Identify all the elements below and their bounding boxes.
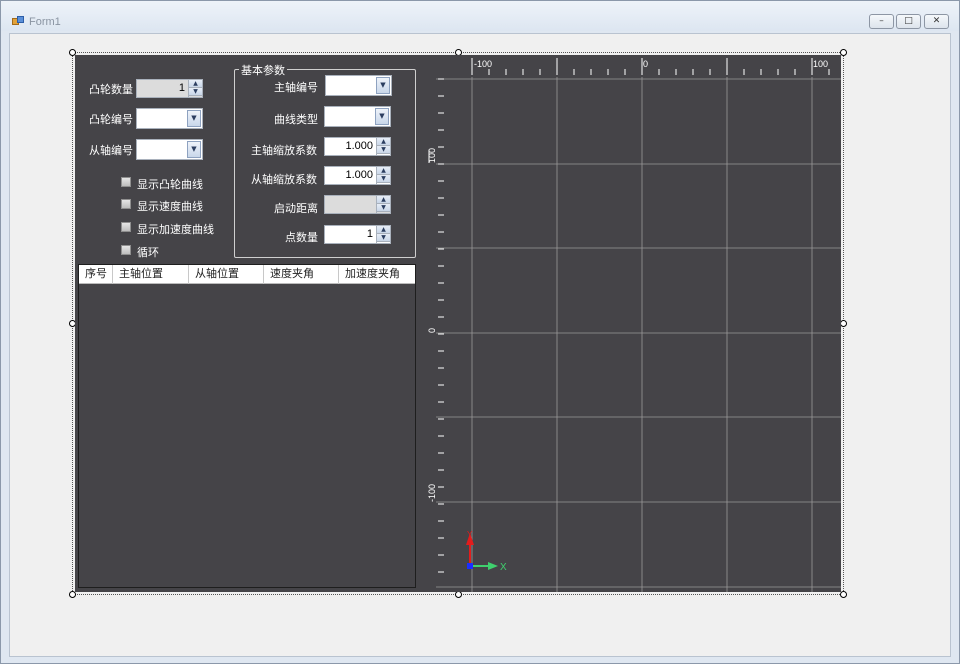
x-axis-label: X — [500, 562, 507, 573]
column-header-slave-pos[interactable]: 从轴位置 — [189, 265, 264, 284]
show-accel-curve-label: 显示加速度曲线 — [137, 224, 214, 236]
x-tick-label: -100 — [474, 59, 492, 69]
resize-handle-top-right[interactable] — [840, 49, 847, 56]
cam-count-stepper[interactable]: 1 ▲ ▼ — [136, 79, 203, 98]
chevron-down-icon[interactable]: ▼ — [187, 110, 201, 127]
slave-axis-select[interactable]: ▼ — [136, 139, 203, 160]
column-header-accel-angle[interactable]: 加速度夹角 — [339, 265, 415, 284]
cam-id-label: 凸轮编号 — [89, 114, 133, 126]
master-axis-label: 主轴编号 — [274, 82, 318, 94]
cam-count-value: 1 — [178, 82, 185, 94]
y-tick-label: -100 — [427, 484, 437, 502]
origin-marker — [467, 563, 473, 569]
point-count-value: 1 — [366, 228, 373, 240]
chevron-down-icon[interactable]: ▼ — [376, 77, 390, 94]
table-header: 序号 主轴位置 从轴位置 速度夹角 加速度夹角 — [79, 265, 415, 284]
resize-handle-bottom[interactable] — [455, 591, 462, 598]
x-tick-label: 100 — [813, 59, 828, 69]
resize-handle-right[interactable] — [840, 320, 847, 327]
cam-count-label: 凸轮数量 — [89, 84, 133, 96]
app-icon — [12, 16, 24, 26]
slave-scale-stepper[interactable]: 1.000 ▲ ▼ — [324, 166, 391, 185]
resize-handle-bottom-left[interactable] — [69, 591, 76, 598]
spin-down-icon[interactable]: ▼ — [377, 146, 390, 154]
show-cam-curve-checkbox[interactable] — [121, 177, 131, 187]
spin-down-icon[interactable]: ▼ — [377, 234, 390, 242]
start-distance-stepper[interactable]: ▲ ▼ — [324, 195, 391, 214]
start-distance-label: 启动距离 — [274, 203, 318, 215]
master-scale-value: 1.000 — [345, 140, 373, 152]
spin-up-icon[interactable]: ▲ — [377, 167, 390, 175]
spin-up-icon[interactable]: ▲ — [377, 138, 390, 146]
title-bar[interactable]: Form1 – □ ✕ — [1, 1, 959, 31]
chevron-down-icon[interactable]: ▼ — [187, 141, 201, 158]
cam-curve-plot[interactable]: -100 0 1001000-100XY — [424, 55, 841, 592]
loop-label: 循环 — [137, 247, 159, 259]
point-count-stepper[interactable]: 1 ▲ ▼ — [324, 225, 391, 244]
basic-params-title: 基本参数 — [239, 62, 287, 78]
spin-down-icon[interactable]: ▼ — [377, 204, 390, 212]
column-header-master-pos[interactable]: 主轴位置 — [113, 265, 189, 284]
cam-id-select[interactable]: ▼ — [136, 108, 203, 129]
master-axis-select[interactable]: ▼ — [325, 75, 392, 96]
spin-up-icon[interactable]: ▲ — [189, 80, 202, 88]
y-axis-label: Y — [467, 530, 473, 539]
chevron-down-icon[interactable]: ▼ — [375, 108, 389, 125]
show-velocity-curve-label: 显示速度曲线 — [137, 201, 203, 213]
maximize-button[interactable]: □ — [896, 14, 921, 29]
curve-type-select[interactable]: ▼ — [324, 106, 391, 127]
resize-handle-bottom-right[interactable] — [840, 591, 847, 598]
spin-up-icon[interactable]: ▲ — [377, 196, 390, 204]
spin-up-icon[interactable]: ▲ — [377, 226, 390, 234]
plot-background — [424, 55, 841, 592]
loop-checkbox[interactable] — [121, 245, 131, 255]
show-velocity-curve-checkbox[interactable] — [121, 199, 131, 209]
x-tick-label: 0 — [643, 59, 648, 69]
master-scale-label: 主轴缩放系数 — [251, 145, 317, 157]
slave-scale-label: 从轴缩放系数 — [251, 174, 317, 186]
y-tick-label: 0 — [427, 328, 437, 333]
point-count-label: 点数量 — [285, 232, 318, 244]
column-header-velocity-angle[interactable]: 速度夹角 — [264, 265, 339, 284]
minimize-button[interactable]: – — [869, 14, 894, 29]
show-accel-curve-checkbox[interactable] — [121, 222, 131, 232]
show-cam-curve-label: 显示凸轮曲线 — [137, 179, 203, 191]
cam-points-table[interactable]: 序号 主轴位置 从轴位置 速度夹角 加速度夹角 — [78, 264, 416, 588]
slave-scale-value: 1.000 — [345, 169, 373, 181]
curve-type-label: 曲线类型 — [274, 114, 318, 126]
slave-axis-label: 从轴编号 — [89, 145, 133, 157]
spin-down-icon[interactable]: ▼ — [189, 88, 202, 96]
column-header-index[interactable]: 序号 — [79, 265, 113, 284]
close-button[interactable]: ✕ — [924, 14, 949, 29]
window-title: Form1 — [29, 16, 61, 28]
master-scale-stepper[interactable]: 1.000 ▲ ▼ — [324, 137, 391, 156]
spin-down-icon[interactable]: ▼ — [377, 175, 390, 183]
